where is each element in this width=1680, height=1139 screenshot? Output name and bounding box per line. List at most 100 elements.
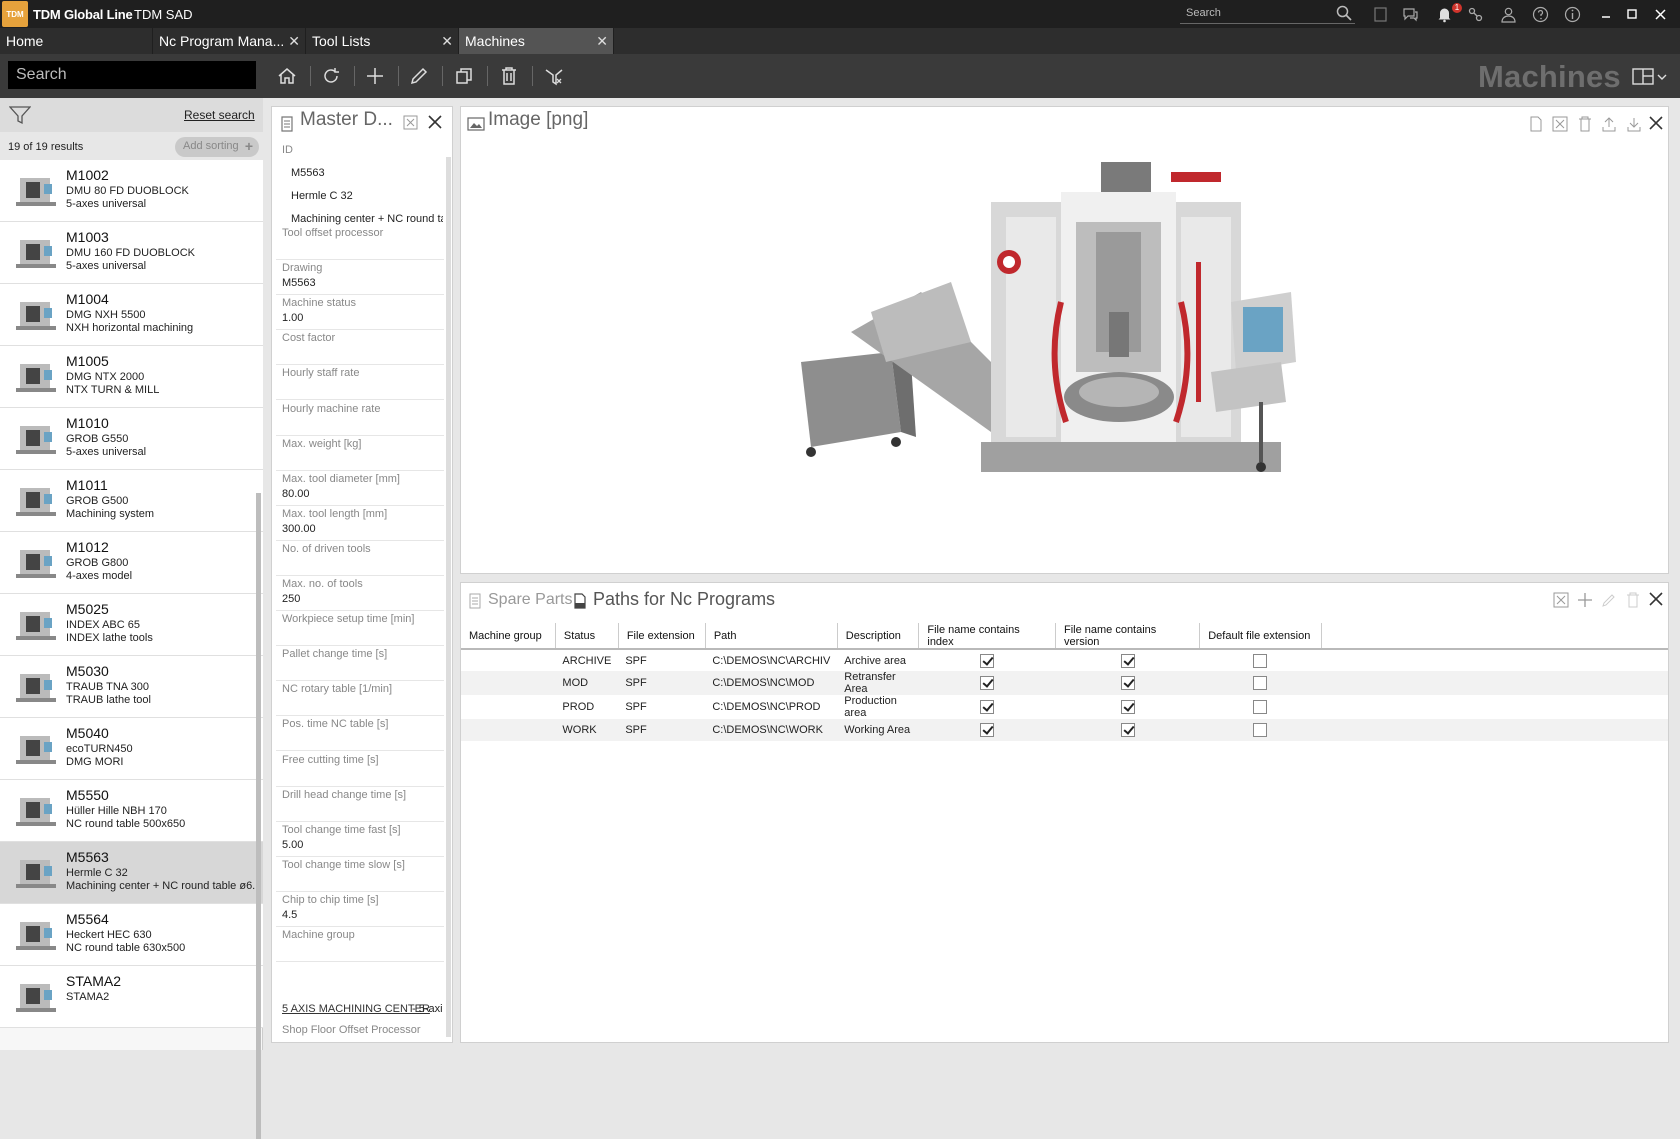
checkbox-cell (918, 671, 1056, 695)
tab-paths-for-nc-programs[interactable]: Paths for Nc Programs (593, 589, 775, 610)
field-divider (276, 539, 444, 541)
user-icon[interactable] (1500, 6, 1517, 23)
close-panel-icon[interactable] (427, 114, 443, 130)
download-icon[interactable] (1626, 116, 1642, 132)
search-icon[interactable] (1336, 5, 1352, 21)
delete-icon[interactable] (498, 65, 520, 87)
list-item[interactable]: M1003 DMU 160 FD DUOBLOCK 5-axes universal (0, 222, 263, 284)
document-icon[interactable] (1372, 6, 1389, 23)
checkbox[interactable] (1253, 700, 1268, 714)
tab-home[interactable]: Home (0, 28, 153, 54)
tab-spare-parts[interactable]: Spare Parts (488, 591, 572, 609)
machine-group-link[interactable]: 5 AXIS MACHINING CENTER (282, 1003, 430, 1015)
expand-icon[interactable] (1552, 116, 1568, 132)
reset-search-link[interactable]: Reset search (184, 108, 255, 122)
close-panel-icon[interactable] (1648, 591, 1664, 607)
list-item[interactable]: STAMA2 STAMA2 (0, 966, 263, 1028)
column-header[interactable]: Default file extension (1199, 623, 1322, 650)
checkbox[interactable] (1120, 700, 1135, 714)
info-icon[interactable] (1564, 6, 1581, 23)
add-sorting-button[interactable]: Add sorting + (175, 137, 259, 157)
checkbox[interactable] (1253, 676, 1268, 690)
close-tab-icon[interactable]: ✕ (441, 33, 453, 50)
upload-icon[interactable] (1601, 116, 1617, 132)
table-row[interactable]: MOD SPF C:\DEMOS\NC\MOD Retransfer Area (461, 671, 1668, 695)
field-divider (276, 855, 444, 857)
column-header[interactable]: File extension (618, 623, 706, 650)
checkbox-cell (1055, 719, 1200, 741)
bell-icon[interactable] (1436, 6, 1453, 23)
home-icon[interactable] (276, 65, 298, 87)
checkbox[interactable] (1120, 676, 1135, 690)
layout-switch-icon[interactable] (1632, 68, 1668, 86)
checkbox[interactable] (980, 653, 995, 668)
field-divider (276, 820, 444, 822)
toolbar-divider (354, 66, 355, 86)
maximize-icon[interactable] (1624, 6, 1641, 23)
add-icon[interactable] (1577, 592, 1593, 608)
checkbox[interactable] (1253, 723, 1268, 737)
tab-tool-lists[interactable]: Tool Lists ✕ (306, 28, 459, 54)
checkbox-cell (1055, 695, 1199, 719)
list-item[interactable]: M5040 ecoTURN450 DMG MORI (0, 718, 263, 780)
column-header[interactable]: File name contains version (1055, 623, 1201, 650)
checkbox[interactable] (980, 700, 995, 714)
expand-icon[interactable] (1553, 592, 1569, 608)
column-header[interactable]: File name contains index (918, 623, 1056, 650)
checkbox[interactable] (1253, 653, 1268, 668)
filler-cell (1321, 649, 1668, 671)
checkbox[interactable] (1120, 723, 1135, 737)
machine-id: M5564 (66, 911, 109, 927)
list-item[interactable]: M5564 Heckert HEC 630 NC round table 630x5… (0, 904, 263, 966)
checkbox-cell (1199, 671, 1322, 695)
close-panel-icon[interactable] (1648, 115, 1664, 131)
cell-status: PROD (562, 701, 595, 713)
list-item[interactable]: M5563 Hermle C 32 Machining center + NC ro… (0, 842, 263, 904)
column-header[interactable]: Path (705, 623, 838, 650)
machine-image (801, 162, 1296, 472)
global-search-input[interactable]: Search (1180, 4, 1355, 24)
table-row[interactable]: PROD SPF C:\DEMOS\NC\PROD Production area (461, 695, 1668, 719)
tab-machines[interactable]: Machines ✕ (459, 28, 614, 54)
scrollbar[interactable] (446, 157, 451, 1037)
close-tab-icon[interactable]: ✕ (596, 33, 608, 50)
edit-icon[interactable] (408, 65, 430, 87)
chat-icon[interactable] (1402, 6, 1419, 23)
list-item[interactable]: M5550 Hüller Hille NBH 170 NC round table … (0, 780, 263, 842)
close-window-icon[interactable] (1652, 6, 1669, 23)
checkbox[interactable] (980, 723, 995, 737)
list-item[interactable]: M1002 DMU 80 FD DUOBLOCK 5-axes universal (0, 160, 263, 222)
column-header[interactable]: Description (837, 623, 920, 650)
table-row[interactable]: ARCHIVE SPF C:\DEMOS\NC\ARCHIV Archive area (461, 649, 1668, 671)
list-item[interactable]: M1004 DMG NXH 5500 NXH horizontal machinin… (0, 284, 263, 346)
add-icon[interactable] (364, 65, 386, 87)
minimize-icon[interactable] (1598, 6, 1615, 23)
close-tab-icon[interactable]: ✕ (288, 33, 300, 50)
delete-icon[interactable] (1577, 116, 1593, 132)
table-row[interactable]: WORK SPF C:\DEMOS\NC\WORK Working Area (461, 719, 1668, 741)
clear-filter-icon[interactable] (543, 65, 565, 87)
column-header[interactable]: Machine group (461, 623, 556, 650)
document-icon[interactable] (1528, 116, 1544, 132)
list-item[interactable]: M1010 GROB G550 5-axes universal (0, 408, 263, 470)
connections-icon[interactable] (1467, 6, 1484, 23)
help-icon[interactable] (1532, 6, 1549, 23)
scrollbar[interactable] (256, 493, 261, 1139)
list-item[interactable]: M1005 DMG NTX 2000 NTX TURN & MILL (0, 346, 263, 408)
refresh-icon[interactable] (320, 65, 342, 87)
list-item[interactable]: M5030 TRAUB TNA 300 TRAUB lathe tool (0, 656, 263, 718)
tab-nc-program-manager[interactable]: Nc Program Mana... ✕ (153, 28, 306, 54)
checkbox[interactable] (1120, 653, 1135, 668)
delete-icon[interactable] (1625, 592, 1641, 608)
filter-icon[interactable] (9, 105, 31, 125)
list-item[interactable]: M1012 GROB G800 4-axes model (0, 532, 263, 594)
search-input[interactable]: Search (8, 61, 256, 89)
list-item[interactable]: M1011 GROB G500 Machining system (0, 470, 263, 532)
edit-icon[interactable] (1601, 592, 1617, 608)
expand-icon[interactable] (403, 115, 418, 130)
column-header[interactable]: Status (555, 623, 619, 650)
checkbox[interactable] (980, 676, 995, 690)
field-value: 1.00 (282, 312, 304, 325)
copy-icon[interactable] (453, 65, 475, 87)
list-item[interactable]: M5025 INDEX ABC 65 INDEX lathe tools (0, 594, 263, 656)
